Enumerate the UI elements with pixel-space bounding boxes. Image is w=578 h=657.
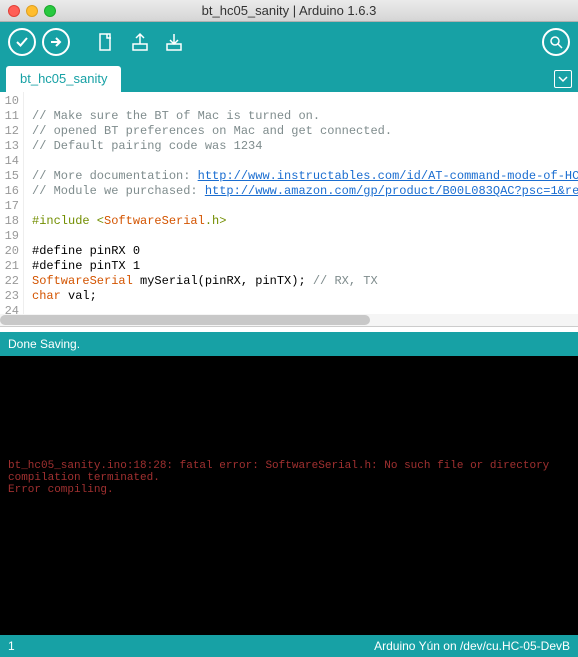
console-line: compilation terminated. — [8, 472, 570, 484]
save-button[interactable] — [160, 28, 188, 56]
board-port: Arduino Yún on /dev/cu.HC-05-DevB — [374, 639, 570, 653]
console-line — [8, 364, 570, 376]
code-line[interactable]: #define pinRX 0 — [32, 244, 578, 259]
console-line — [8, 400, 570, 412]
line-number: 23 — [0, 289, 19, 304]
tab-bar: bt_hc05_sanity — [0, 62, 578, 92]
console-line — [8, 448, 570, 460]
line-gutter: 1011121314151617181920212223242526 — [0, 92, 24, 326]
code-line[interactable]: char val; — [32, 289, 578, 304]
new-button[interactable] — [92, 28, 120, 56]
code-line[interactable] — [32, 199, 578, 214]
console-line — [8, 424, 570, 436]
file-icon — [96, 32, 116, 52]
maximize-icon[interactable] — [44, 5, 56, 17]
line-number: 22 — [0, 274, 19, 289]
serial-monitor-button[interactable] — [542, 28, 570, 56]
line-number: 16 — [0, 184, 19, 199]
console-line — [8, 376, 570, 388]
console-line — [8, 412, 570, 424]
line-number: 17 — [0, 199, 19, 214]
minimize-icon[interactable] — [26, 5, 38, 17]
code-area[interactable]: // Make sure the BT of Mac is turned on.… — [24, 92, 578, 326]
tab-menu-button[interactable] — [554, 70, 572, 88]
code-line[interactable]: // Make sure the BT of Mac is turned on. — [32, 109, 578, 124]
check-icon — [15, 35, 29, 49]
code-line[interactable]: // opened BT preferences on Mac and get … — [32, 124, 578, 139]
line-number: 12 — [0, 124, 19, 139]
close-icon[interactable] — [8, 5, 20, 17]
line-number: 1 — [8, 639, 15, 653]
console-output[interactable]: bt_hc05_sanity.ino:18:28: fatal error: S… — [0, 356, 578, 635]
scrollbar-thumb[interactable] — [0, 315, 370, 325]
chevron-down-icon — [558, 74, 568, 84]
verify-button[interactable] — [8, 28, 36, 56]
line-number: 10 — [0, 94, 19, 109]
code-line[interactable] — [32, 94, 578, 109]
upload-button[interactable] — [42, 28, 70, 56]
code-line[interactable] — [32, 229, 578, 244]
footer-bar: 1 Arduino Yún on /dev/cu.HC-05-DevB — [0, 635, 578, 657]
arrow-up-icon — [130, 32, 150, 52]
line-number: 19 — [0, 229, 19, 244]
code-line[interactable]: #define pinTX 1 — [32, 259, 578, 274]
line-number: 15 — [0, 169, 19, 184]
arrow-right-icon — [49, 35, 63, 49]
line-number: 13 — [0, 139, 19, 154]
line-number: 20 — [0, 244, 19, 259]
toolbar — [0, 22, 578, 62]
window-title: bt_hc05_sanity | Arduino 1.6.3 — [0, 3, 578, 18]
window-titlebar: bt_hc05_sanity | Arduino 1.6.3 — [0, 0, 578, 22]
console-line: bt_hc05_sanity.ino:18:28: fatal error: S… — [8, 460, 570, 472]
line-number: 21 — [0, 259, 19, 274]
line-number: 14 — [0, 154, 19, 169]
console-line: Error compiling. — [8, 484, 570, 496]
code-editor[interactable]: 1011121314151617181920212223242526 // Ma… — [0, 92, 578, 326]
code-line[interactable]: // Default pairing code was 1234 — [32, 139, 578, 154]
line-number: 11 — [0, 109, 19, 124]
code-line[interactable]: #include <SoftwareSerial.h> — [32, 214, 578, 229]
code-line[interactable]: SoftwareSerial mySerial(pinRX, pinTX); /… — [32, 274, 578, 289]
sketch-tab[interactable]: bt_hc05_sanity — [6, 66, 121, 92]
console-line — [8, 388, 570, 400]
line-number: 18 — [0, 214, 19, 229]
code-line[interactable]: // More documentation: http://www.instru… — [32, 169, 578, 184]
status-bar: Done Saving. — [0, 332, 578, 356]
code-line[interactable]: // Module we purchased: http://www.amazo… — [32, 184, 578, 199]
magnifier-icon — [549, 35, 563, 49]
console-line — [8, 436, 570, 448]
status-message: Done Saving. — [8, 337, 80, 351]
code-line[interactable] — [32, 154, 578, 169]
arrow-down-icon — [164, 32, 184, 52]
traffic-lights — [8, 5, 56, 17]
horizontal-scrollbar[interactable] — [0, 314, 578, 326]
open-button[interactable] — [126, 28, 154, 56]
